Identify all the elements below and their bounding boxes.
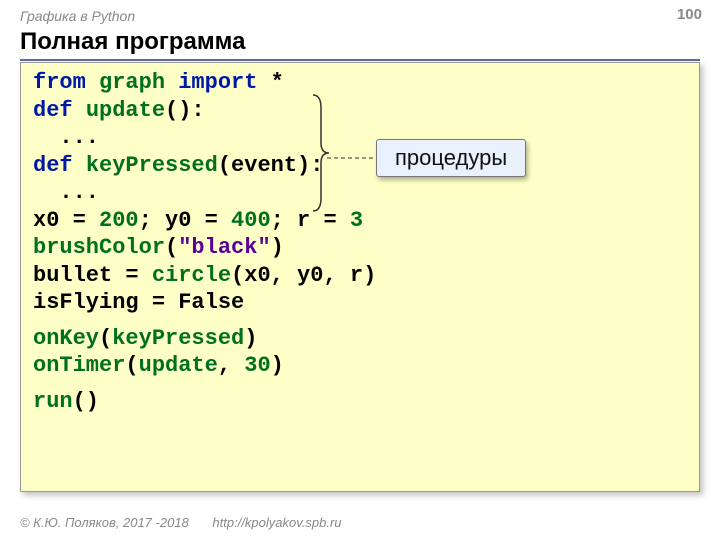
topic-label: Графика в Python bbox=[20, 8, 700, 24]
procedures-callout: процедуры bbox=[376, 139, 526, 177]
code-content: from graph import * def update(): ... de… bbox=[21, 63, 699, 421]
footer: © К.Ю. Поляков, 2017 -2018 http://kpolya… bbox=[20, 515, 342, 530]
code-block: from graph import * def update(): ... de… bbox=[20, 62, 700, 492]
footer-url: http://kpolyakov.spb.ru bbox=[212, 515, 341, 530]
copyright-text: © К.Ю. Поляков, 2017 -2018 bbox=[20, 515, 189, 530]
connector-line bbox=[327, 157, 377, 159]
slide-title: Полная программа bbox=[20, 28, 700, 61]
page-number: 100 bbox=[677, 6, 702, 23]
